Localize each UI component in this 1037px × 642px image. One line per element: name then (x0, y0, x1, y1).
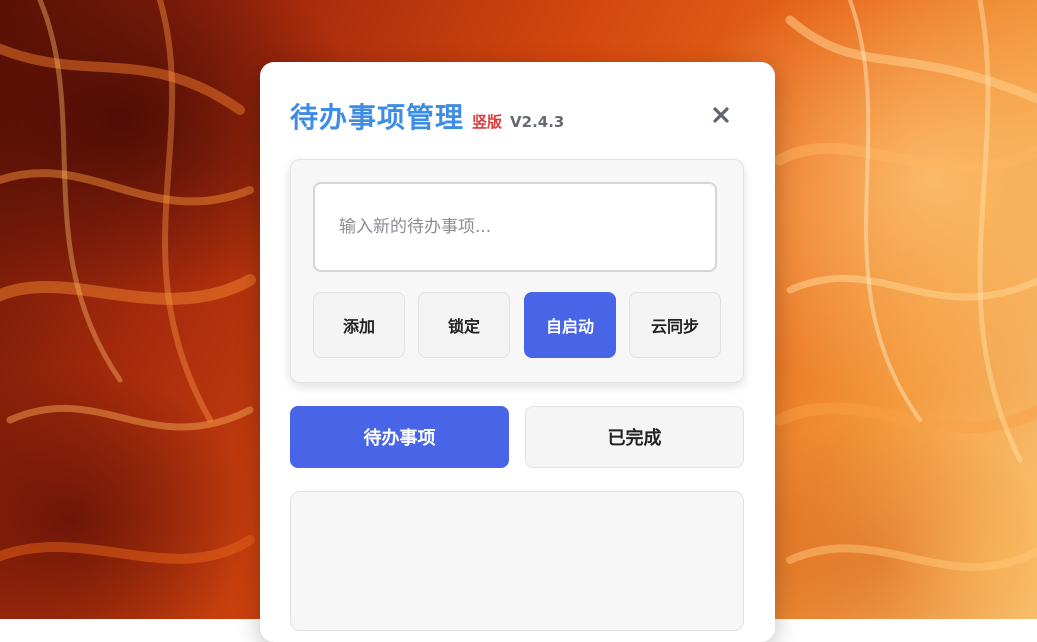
layout-badge: 竖版 (472, 113, 503, 131)
version-label: V2.4.3 (510, 113, 565, 131)
lock-button[interactable]: 锁定 (418, 292, 510, 358)
input-card: 添加 锁定 自启动 云同步 (290, 159, 744, 383)
tab-pending[interactable]: 待办事项 (290, 406, 509, 468)
autostart-button[interactable]: 自启动 (524, 292, 616, 358)
close-icon (713, 107, 729, 123)
cloud-sync-button[interactable]: 云同步 (629, 292, 721, 358)
todo-panel: 待办事项管理 竖版 V2.4.3 添加 锁定 自启动 云同步 待办事项 已完成 (260, 62, 775, 642)
title-row: 待办事项管理 竖版 V2.4.3 (290, 96, 564, 136)
todo-list (290, 491, 744, 631)
add-button[interactable]: 添加 (313, 292, 405, 358)
app-title: 待办事项管理 (290, 101, 465, 134)
new-todo-input[interactable] (313, 182, 717, 272)
close-button[interactable] (706, 100, 736, 130)
tab-completed[interactable]: 已完成 (525, 406, 744, 468)
